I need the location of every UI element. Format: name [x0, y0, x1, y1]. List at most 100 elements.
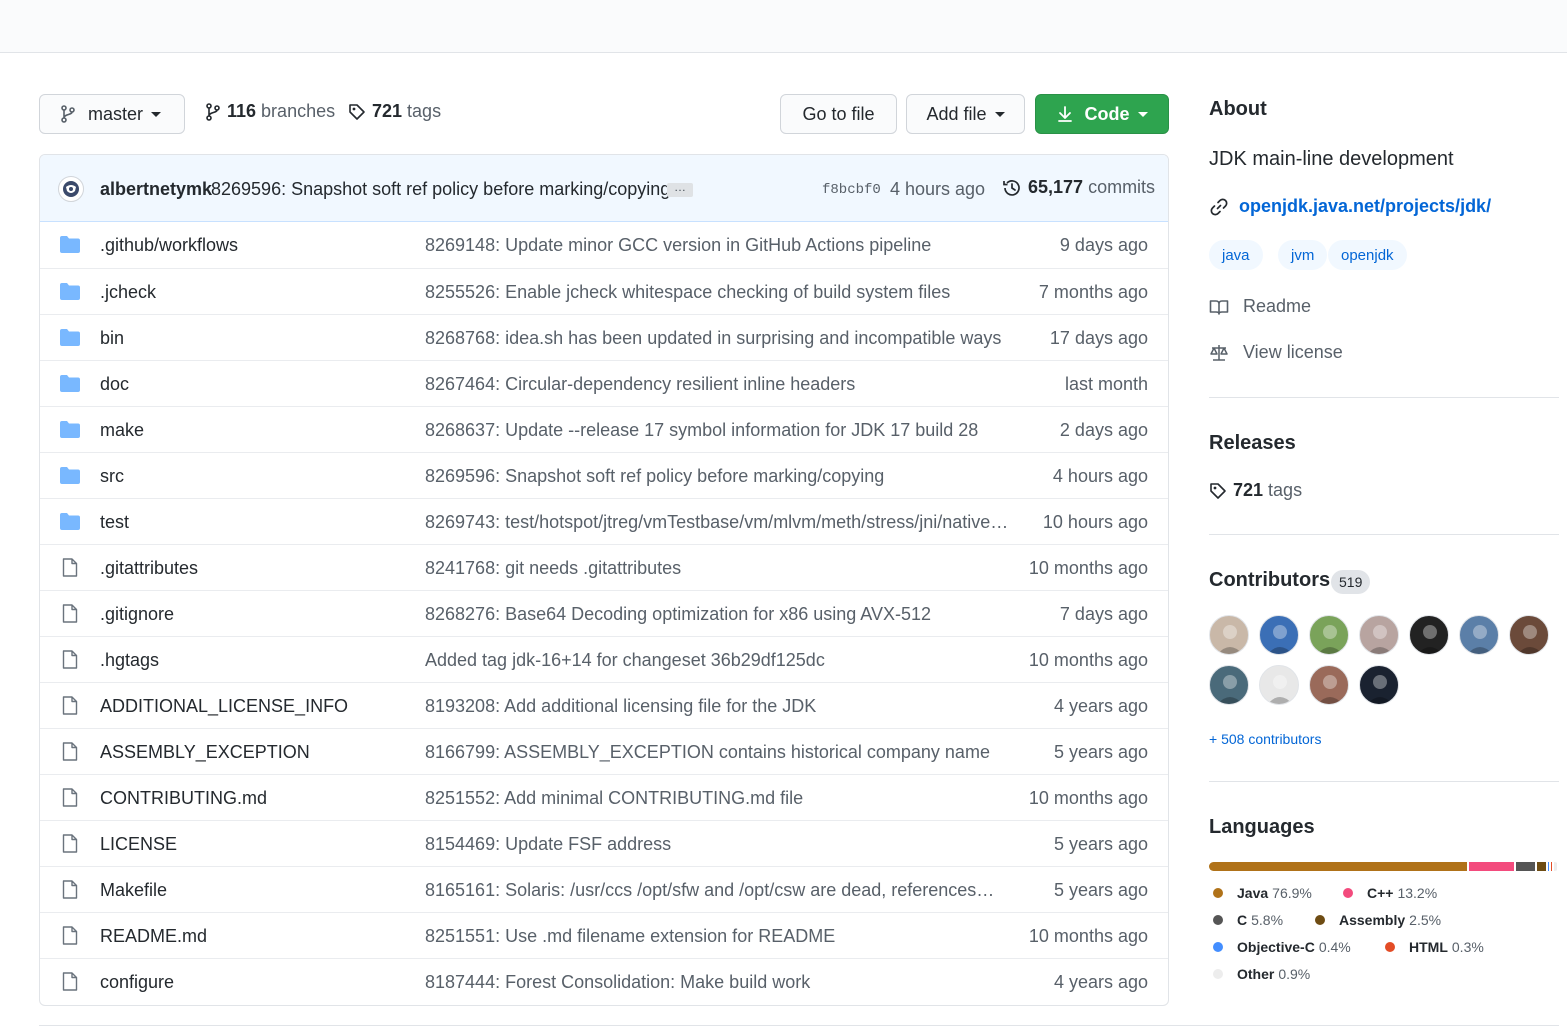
file-commit-age: 10 months ago [1028, 558, 1148, 578]
file-name-link[interactable]: .hgtags [100, 650, 159, 671]
file-row[interactable]: ADDITIONAL_LICENSE_INFO 8193208: Add addi… [40, 682, 1168, 728]
file-name-link[interactable]: Makefile [100, 880, 167, 901]
file-name-link[interactable]: src [100, 466, 124, 487]
file-commit-message-link[interactable]: 8268276: Base64 Decoding optimization fo… [425, 604, 931, 625]
file-row[interactable]: make 8268637: Update --release 17 symbol … [40, 406, 1168, 452]
file-commit-message-link[interactable]: 8268637: Update --release 17 symbol info… [425, 420, 978, 441]
contributor-avatar[interactable] [1409, 615, 1449, 655]
file-name-link[interactable]: CONTRIBUTING.md [100, 788, 267, 809]
file-row[interactable]: configure 8187444: Forest Consolidation: … [40, 958, 1168, 1004]
git-branch-icon [206, 102, 220, 121]
file-commit-message-link[interactable]: 8251551: Use .md filename extension for … [425, 926, 835, 947]
expand-message-button[interactable]: … [667, 181, 693, 197]
commit-author[interactable]: albertnetymk [100, 179, 212, 200]
topic-jvm[interactable]: jvm [1278, 240, 1328, 270]
link-icon [1210, 198, 1228, 215]
file-name-link[interactable]: doc [100, 374, 129, 395]
file-commit-message-link[interactable]: 8255526: Enable jcheck whitespace checki… [425, 282, 950, 303]
file-commit-message-link[interactable]: 8268768: idea.sh has been updated in sur… [425, 328, 1001, 349]
language-item[interactable]: Assembly 2.5% [1315, 912, 1441, 928]
commit-message[interactable]: 8269596: Snapshot soft ref policy before… [211, 179, 670, 200]
file-commit-message-link[interactable]: 8193208: Add additional licensing file f… [425, 696, 816, 717]
language-item[interactable]: Objective-C 0.4% [1213, 939, 1351, 955]
contributor-avatar[interactable] [1359, 615, 1399, 655]
contributor-avatar[interactable] [1459, 615, 1499, 655]
contributor-avatar[interactable] [1209, 615, 1249, 655]
file-name-link[interactable]: ADDITIONAL_LICENSE_INFO [100, 696, 348, 717]
more-contributors-link[interactable]: + 508 contributors [1209, 731, 1321, 747]
topic-openjdk[interactable]: openjdk [1328, 240, 1407, 270]
release-tags-link[interactable]: 721 tags [1209, 480, 1302, 501]
file-commit-message-link[interactable]: 8269148: Update minor GCC version in Git… [425, 235, 931, 256]
file-commit-message-link[interactable]: 8166799: ASSEMBLY_EXCEPTION contains his… [425, 742, 990, 763]
file-name-link[interactable]: README.md [100, 926, 207, 947]
releases-heading[interactable]: Releases [1209, 432, 1296, 455]
contributor-avatar[interactable] [1209, 665, 1249, 705]
file-name-link[interactable]: test [100, 512, 129, 533]
file-commit-message-link[interactable]: 8165161: Solaris: /usr/ccs /opt/sfw and … [425, 880, 994, 901]
file-row[interactable]: .hgtags Added tag jdk-16+14 for changeset… [40, 636, 1168, 682]
topic-java[interactable]: java [1209, 240, 1263, 270]
commits-label: commits [1088, 177, 1156, 197]
tag-icon [1210, 482, 1226, 499]
file-name-link[interactable]: LICENSE [100, 834, 177, 855]
folder-icon [60, 513, 80, 535]
file-row[interactable]: .jcheck 8255526: Enable jcheck whitespace… [40, 268, 1168, 314]
file-commit-message-link[interactable]: Added tag jdk-16+14 for changeset 36b29d… [425, 650, 825, 671]
file-name-link[interactable]: configure [100, 972, 174, 993]
file-row[interactable]: bin 8268768: idea.sh has been updated in … [40, 314, 1168, 360]
file-row[interactable]: README.md 8251551: Use .md filename exten… [40, 912, 1168, 958]
commits-link[interactable]: 65,177 commits [1002, 177, 1155, 198]
tag-icon [349, 103, 365, 120]
contributor-avatar[interactable] [1309, 665, 1349, 705]
file-name-link[interactable]: make [100, 420, 144, 441]
repo-description: JDK main-line development [1209, 148, 1454, 170]
file-row[interactable]: ASSEMBLY_EXCEPTION 8166799: ASSEMBLY_EXCE… [40, 728, 1168, 774]
contributor-avatar[interactable] [1309, 615, 1349, 655]
file-row[interactable]: .gitignore 8268276: Base64 Decoding optim… [40, 590, 1168, 636]
commit-sha[interactable]: f8bcbf0 [822, 182, 881, 198]
file-commit-message-link[interactable]: 8269596: Snapshot soft ref policy before… [425, 466, 884, 487]
file-commit-message-link[interactable]: 8187444: Forest Consolidation: Make buil… [425, 972, 810, 993]
file-name-link[interactable]: bin [100, 328, 124, 349]
contributor-avatar[interactable] [1509, 615, 1549, 655]
file-row[interactable]: LICENSE 8154469: Update FSF address 5 year… [40, 820, 1168, 866]
code-button[interactable]: Code [1035, 94, 1169, 134]
website-link[interactable]: openjdk.java.net/projects/jdk/ [1209, 196, 1491, 217]
language-item[interactable]: C++ 13.2% [1343, 885, 1437, 901]
file-row[interactable]: Makefile 8165161: Solaris: /usr/ccs /opt/… [40, 866, 1168, 912]
file-row[interactable]: .gitattributes 8241768: git needs .gitatt… [40, 544, 1168, 590]
file-commit-message-link[interactable]: 8154469: Update FSF address [425, 834, 671, 855]
branch-select-button[interactable]: master [39, 94, 185, 134]
readme-link[interactable]: Readme [1209, 296, 1311, 317]
file-commit-message-link[interactable]: 8269743: test/hotspot/jtreg/vmTestbase/v… [425, 512, 1008, 533]
file-commit-message-link[interactable]: 8267464: Circular-dependency resilient i… [425, 374, 855, 395]
file-commit-message-link[interactable]: 8241768: git needs .gitattributes [425, 558, 681, 579]
file-row[interactable]: CONTRIBUTING.md 8251552: Add minimal CONT… [40, 774, 1168, 820]
branches-link[interactable]: 116 branches [205, 101, 335, 122]
contributor-avatar[interactable] [1359, 665, 1399, 705]
contributors-heading[interactable]: Contributors [1209, 569, 1330, 592]
language-item[interactable]: Java 76.9% [1213, 885, 1312, 901]
tags-link[interactable]: 721 tags [348, 101, 441, 122]
file-commit-message-link[interactable]: 8251552: Add minimal CONTRIBUTING.md fil… [425, 788, 803, 809]
add-file-button[interactable]: Add file [906, 94, 1025, 134]
file-name-link[interactable]: .jcheck [100, 282, 156, 303]
file-row[interactable]: .github/workflows 8269148: Update minor G… [40, 222, 1168, 268]
contributor-avatar[interactable] [1259, 665, 1299, 705]
file-name-link[interactable]: .gitignore [100, 604, 174, 625]
contributor-avatar[interactable] [1259, 615, 1299, 655]
file-name-link[interactable]: .gitattributes [100, 558, 198, 579]
file-row[interactable]: src 8269596: Snapshot soft ref policy bef… [40, 452, 1168, 498]
file-icon [62, 696, 78, 720]
license-link[interactable]: View license [1209, 342, 1343, 363]
author-avatar[interactable] [58, 176, 84, 202]
file-name-link[interactable]: .github/workflows [100, 235, 238, 256]
go-to-file-button[interactable]: Go to file [780, 94, 897, 134]
file-row[interactable]: test 8269743: test/hotspot/jtreg/vmTestba… [40, 498, 1168, 544]
language-item[interactable]: C 5.8% [1213, 912, 1283, 928]
language-item[interactable]: HTML 0.3% [1385, 939, 1484, 955]
file-name-link[interactable]: ASSEMBLY_EXCEPTION [100, 742, 310, 763]
file-row[interactable]: doc 8267464: Circular-dependency resilien… [40, 360, 1168, 406]
language-item[interactable]: Other 0.9% [1213, 966, 1310, 982]
